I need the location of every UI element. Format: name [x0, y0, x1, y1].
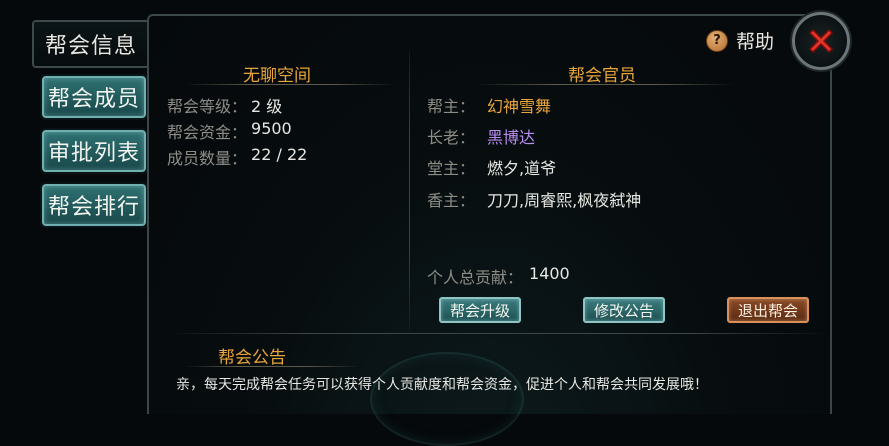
contribution-row: 个人总贡献： 1400 — [427, 264, 570, 288]
notice-divider — [172, 333, 822, 334]
elder-row: 长老： 黑博达 — [427, 124, 535, 148]
tab-guild-members-label: 帮会成员 — [47, 87, 140, 112]
tab-guild-info-label: 帮会信息 — [44, 34, 137, 59]
upgrade-guild-button[interactable]: 帮会升级 — [439, 297, 521, 323]
incense-master-label: 香主： — [427, 191, 476, 210]
edit-notice-button-label: 修改公告 — [593, 301, 654, 320]
contribution-label: 个人总贡献： — [427, 268, 524, 287]
officials-title-underline — [475, 84, 735, 85]
tab-approval-list-label: 审批列表 — [47, 141, 140, 166]
elder-label: 长老： — [427, 128, 476, 147]
incense-master-value: 刀刀,周睿熙,枫夜弑神 — [487, 191, 642, 210]
guild-members-label: 成员数量： — [167, 149, 248, 168]
close-x-icon — [808, 28, 834, 54]
leader-row: 帮主： 幻神雪舞 — [427, 93, 551, 117]
edit-notice-button[interactable]: 修改公告 — [583, 297, 665, 323]
leader-label: 帮主： — [427, 97, 476, 116]
guild-level-label: 帮会等级： — [167, 97, 248, 116]
upgrade-guild-button-label: 帮会升级 — [449, 301, 510, 320]
hall-master-row: 堂主： 燃夕,道爷 — [427, 155, 556, 179]
guild-emblem-watermark — [370, 352, 524, 446]
guild-members-row: 成员数量： 22 / 22 — [167, 145, 307, 169]
notice-title: 帮会公告 — [218, 348, 286, 368]
notice-text: 亲，每天完成帮会任务可以获得个人贡献度和帮会资金，促进个人和帮会共同发展哦！ — [176, 377, 708, 393]
tab-guild-members[interactable]: 帮会成员 — [42, 76, 146, 118]
tab-approval-list[interactable]: 审批列表 — [42, 130, 146, 172]
tab-guild-ranking[interactable]: 帮会排行 — [42, 184, 146, 226]
contribution-value: 1400 — [529, 264, 570, 283]
elder-value: 黑博达 — [487, 128, 536, 147]
hall-master-value: 燃夕,道爷 — [487, 159, 557, 178]
guild-level-value: 2 级 — [251, 97, 283, 116]
close-button[interactable] — [792, 12, 850, 70]
guild-name: 无聊空间 — [243, 66, 311, 86]
guild-funds-label: 帮会资金： — [167, 123, 248, 142]
help-button[interactable]: ? 帮助 — [706, 27, 774, 54]
leave-guild-button[interactable]: 退出帮会 — [727, 297, 809, 323]
incense-master-row: 香主： 刀刀,周睿熙,枫夜弑神 — [427, 187, 641, 211]
column-divider — [409, 52, 410, 330]
tab-guild-info[interactable]: 帮会信息 — [32, 20, 150, 68]
notice-text-row: 亲，每天完成帮会任务可以获得个人贡献度和帮会资金，促进个人和帮会共同发展哦！ — [176, 374, 708, 394]
leave-guild-button-label: 退出帮会 — [737, 301, 798, 320]
guild-name-underline — [185, 84, 395, 85]
guild-funds-row: 帮会资金： 9500 — [167, 119, 292, 143]
guild-level-row: 帮会等级： 2 级 — [167, 93, 282, 117]
tab-guild-ranking-label: 帮会排行 — [47, 195, 140, 220]
help-label: 帮助 — [736, 31, 775, 53]
hall-master-label: 堂主： — [427, 159, 476, 178]
leader-value: 幻神雪舞 — [487, 97, 552, 116]
help-question-icon: ? — [706, 29, 728, 52]
notice-title-underline — [185, 366, 360, 367]
guild-members-value: 22 / 22 — [251, 145, 308, 164]
officials-title: 帮会官员 — [568, 66, 636, 86]
guild-funds-value: 9500 — [251, 119, 292, 138]
